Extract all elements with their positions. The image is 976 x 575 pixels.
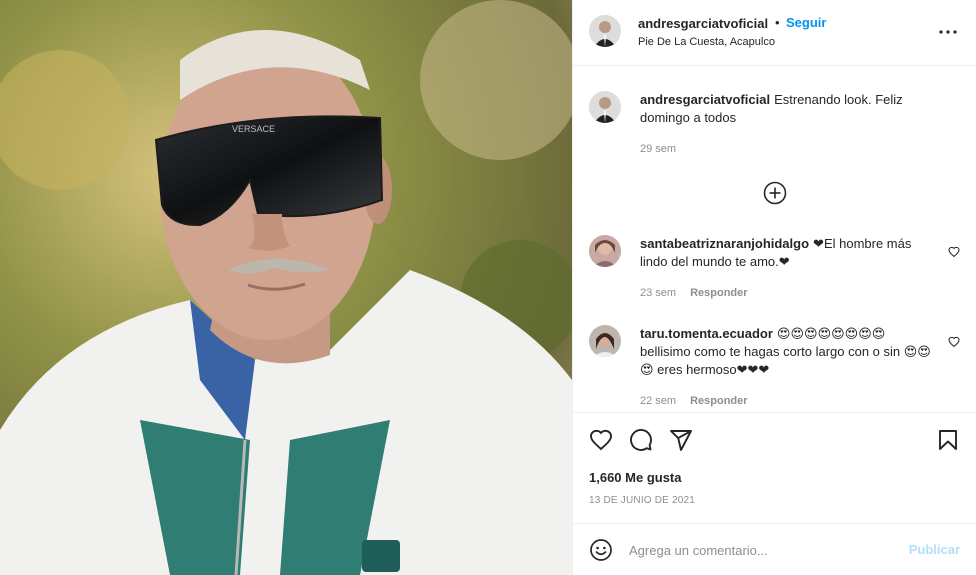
save-bookmark-icon[interactable] [936, 428, 960, 452]
comment-body: taru.tomenta.ecuador 😍😍😍😍😍😍😍😍 bellisimo c… [640, 325, 934, 379]
sunglasses-brand: VERSACE [232, 124, 275, 134]
comment-input[interactable] [629, 540, 899, 560]
comment-meta: 23 sem Responder [640, 287, 748, 299]
reply-button[interactable]: Responder [690, 287, 747, 299]
commenter-avatar[interactable] [589, 325, 621, 357]
caption-time[interactable]: 29 sem [640, 143, 676, 155]
emoji-smiley-icon[interactable] [589, 538, 613, 562]
more-options-icon[interactable] [936, 22, 960, 42]
like-comment-heart-icon[interactable] [948, 335, 960, 348]
load-more-comments-icon[interactable] [763, 181, 787, 205]
comment-time[interactable]: 22 sem [640, 395, 676, 407]
comment-username[interactable]: taru.tomenta.ecuador [640, 326, 773, 341]
add-comment-bar: Publicar [573, 523, 976, 575]
author-username[interactable]: andresgarciatvoficial [638, 16, 768, 31]
share-paper-plane-icon[interactable] [669, 428, 693, 452]
commenter-avatar[interactable] [589, 235, 621, 267]
likes-count[interactable]: 1,660 Me gusta [589, 470, 682, 485]
comment-body: santabeatriznaranjohidalgo ❤El hombre más… [640, 235, 934, 271]
caption-avatar[interactable] [589, 91, 621, 123]
author-avatar[interactable] [589, 15, 621, 47]
reply-button[interactable]: Responder [690, 395, 747, 407]
follow-button[interactable]: Seguir [786, 15, 826, 30]
header-separator: • [775, 15, 780, 30]
publish-button[interactable]: Publicar [909, 542, 960, 557]
comment-meta: 22 sem Responder [640, 395, 748, 407]
caption-meta: 29 sem [640, 143, 676, 155]
comment-time[interactable]: 23 sem [640, 287, 676, 299]
post-details-panel: andresgarciatvoficial • Seguir Pie De La… [572, 0, 976, 575]
caption-username[interactable]: andresgarciatvoficial [640, 92, 770, 107]
post-photo-illustration: VERSACE [0, 0, 572, 575]
comment-username[interactable]: santabeatriznaranjohidalgo [640, 236, 809, 251]
caption-body: andresgarciatvoficial Estrenando look. Fe… [640, 91, 934, 127]
comments-section[interactable]: andresgarciatvoficial Estrenando look. Fe… [573, 67, 976, 412]
comment-bubble-icon[interactable] [629, 428, 653, 452]
post-header: andresgarciatvoficial • Seguir Pie De La… [573, 0, 976, 66]
post-location[interactable]: Pie De La Cuesta, Acapulco [638, 36, 775, 48]
post-actions: 1,660 Me gusta 13 DE JUNIO DE 2021 [573, 412, 976, 523]
post-date[interactable]: 13 DE JUNIO DE 2021 [589, 495, 695, 506]
post-photo[interactable]: VERSACE [0, 0, 572, 575]
like-comment-heart-icon[interactable] [948, 245, 960, 258]
like-heart-icon[interactable] [589, 428, 613, 452]
